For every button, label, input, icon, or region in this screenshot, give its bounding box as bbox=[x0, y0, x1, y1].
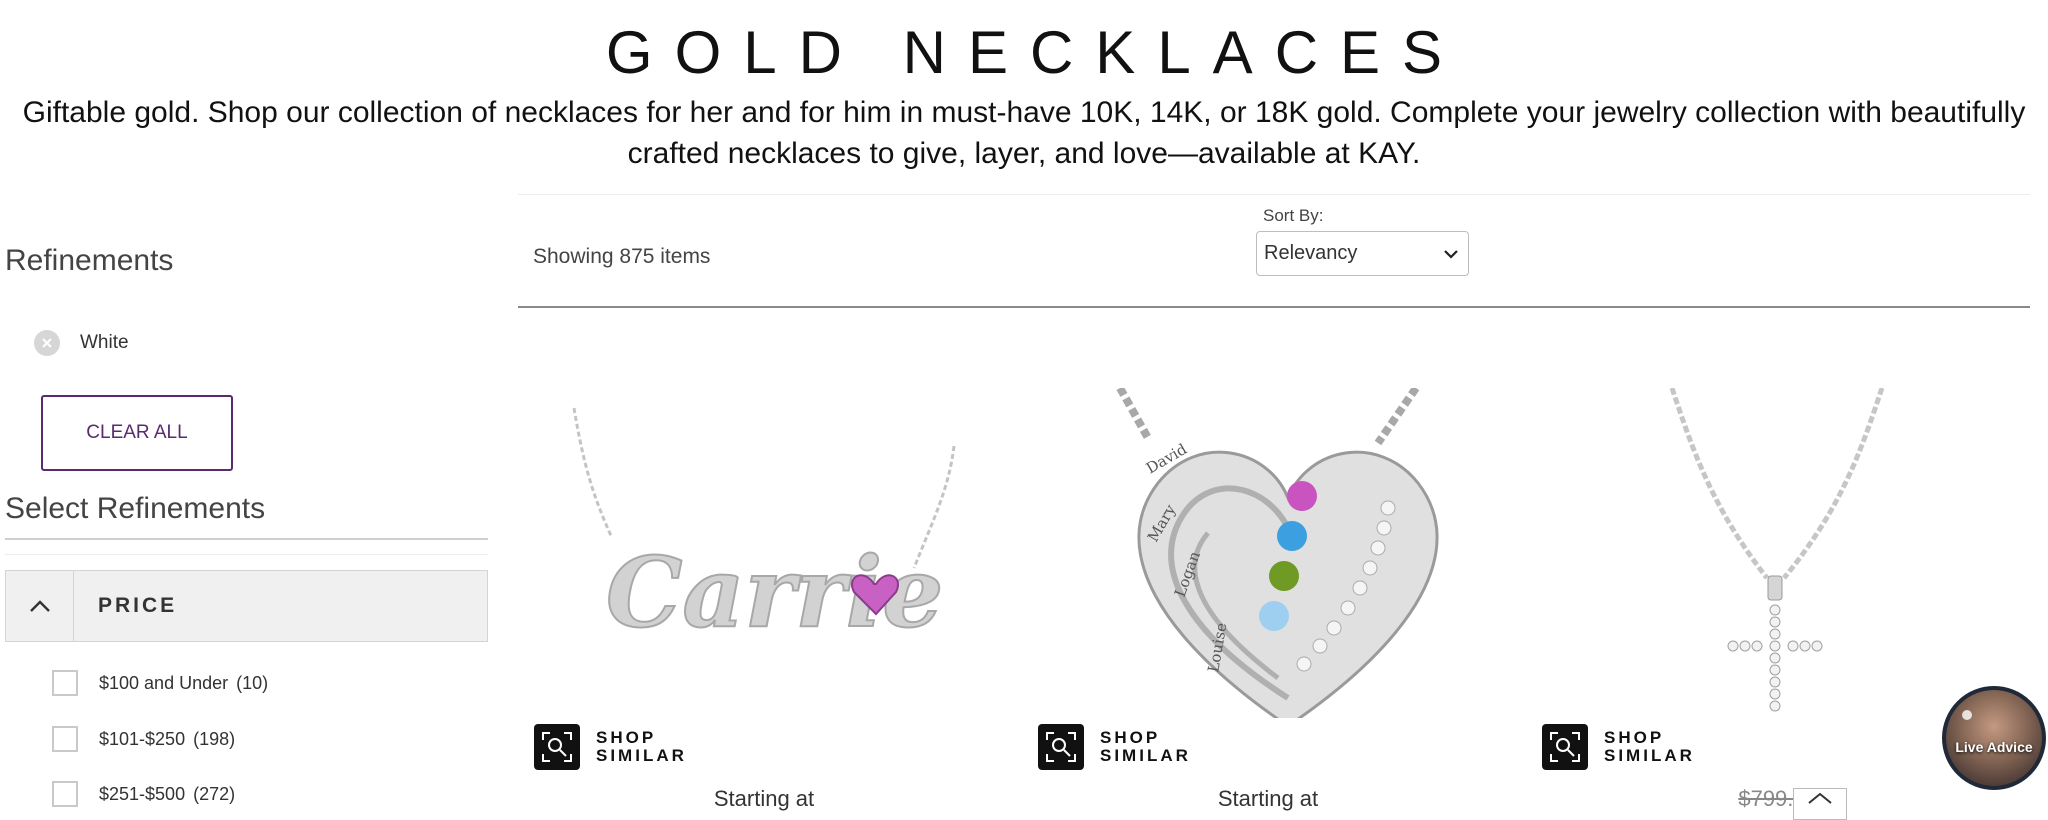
product-card[interactable]: David Mary Logan Louise SHOP SIMILAR Sta… bbox=[1038, 388, 1541, 820]
sort-value: Relevancy bbox=[1264, 242, 1358, 264]
checkbox[interactable] bbox=[52, 781, 78, 807]
divider bbox=[5, 538, 488, 540]
live-indicator-icon bbox=[1962, 710, 1972, 720]
category-description: Giftable gold. Shop our collection of ne… bbox=[22, 96, 2026, 170]
price-option-label: $251-$500 bbox=[99, 783, 186, 804]
page: GOLD NECKLACES Giftable gold. Shop our c… bbox=[0, 0, 2048, 820]
chevron-up-icon bbox=[1808, 792, 1832, 804]
price-option-label: $101-$250 bbox=[99, 728, 186, 749]
product-image[interactable]: David Mary Logan Louise bbox=[1038, 388, 1541, 718]
refinements-heading: Refinements bbox=[5, 244, 174, 277]
chevron-up-icon bbox=[6, 571, 74, 641]
checkbox[interactable] bbox=[52, 726, 78, 752]
price-option[interactable]: $100 and Under (10) bbox=[52, 670, 268, 696]
price-filter-toggle[interactable]: PRICE bbox=[5, 570, 488, 642]
live-advice-button[interactable]: Live Advice bbox=[1942, 686, 2046, 790]
scroll-to-top-button[interactable] bbox=[1793, 788, 1847, 820]
price-option-count: (198) bbox=[193, 728, 236, 749]
visual-search-icon bbox=[1038, 724, 1084, 770]
product-price: Starting at bbox=[713, 786, 815, 811]
divider bbox=[5, 554, 488, 555]
checkbox[interactable] bbox=[52, 670, 78, 696]
remove-filter-icon[interactable] bbox=[34, 330, 60, 356]
shop-similar-button[interactable]: SHOP SIMILAR bbox=[1038, 724, 1191, 770]
shop-similar-label: SIMILAR bbox=[1100, 746, 1191, 765]
select-refinements-heading: Select Refinements bbox=[5, 492, 266, 525]
chevron-down-icon bbox=[1444, 249, 1458, 259]
price-option[interactable]: $251-$500 (272) bbox=[52, 781, 235, 807]
results-count: Showing 875 items bbox=[533, 245, 711, 268]
price-filter-label: PRICE bbox=[98, 594, 178, 617]
shop-similar-button[interactable]: SHOP SIMILAR bbox=[1542, 724, 1695, 770]
shop-similar-label: SHOP bbox=[596, 728, 657, 747]
product-price: Starting at bbox=[1217, 786, 1319, 811]
shop-similar-label: SHOP bbox=[1604, 728, 1665, 747]
price-option-count: (10) bbox=[236, 672, 269, 693]
divider bbox=[518, 306, 2030, 308]
shop-similar-label: SIMILAR bbox=[596, 746, 687, 765]
clear-all-button[interactable]: CLEAR ALL bbox=[41, 395, 233, 471]
product-card[interactable]: Carrie SHOP SIMILAR Starting at bbox=[534, 388, 1037, 820]
active-filter-label: White bbox=[80, 332, 129, 353]
sort-label: Sort By: bbox=[1263, 206, 1324, 225]
active-filter: White bbox=[34, 330, 129, 356]
live-advice-label: Live Advice bbox=[1955, 739, 2033, 755]
page-title: GOLD NECKLACES bbox=[605, 19, 1465, 86]
product-original-price: $799.9 bbox=[1738, 786, 1806, 811]
product-image[interactable] bbox=[1542, 388, 2045, 718]
divider bbox=[518, 194, 2030, 195]
visual-search-icon bbox=[1542, 724, 1588, 770]
price-option-label: $100 and Under bbox=[99, 672, 229, 693]
visual-search-icon bbox=[534, 724, 580, 770]
shop-similar-label: SIMILAR bbox=[1604, 746, 1695, 765]
sort-select[interactable]: Relevancy bbox=[1256, 231, 1469, 276]
price-option[interactable]: $101-$250 (198) bbox=[52, 726, 235, 752]
shop-similar-button[interactable]: SHOP SIMILAR bbox=[534, 724, 687, 770]
product-image[interactable]: Carrie bbox=[534, 388, 1037, 718]
price-option-count: (272) bbox=[193, 783, 236, 804]
shop-similar-label: SHOP bbox=[1100, 728, 1161, 747]
